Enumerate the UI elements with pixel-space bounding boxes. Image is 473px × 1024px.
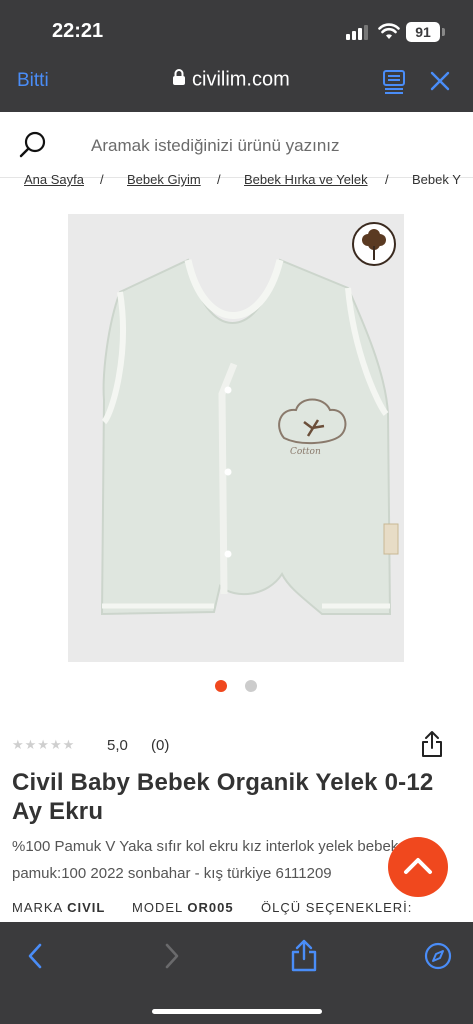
close-icon[interactable]: [430, 71, 450, 96]
compass-icon[interactable]: [424, 942, 452, 975]
lock-icon: [172, 68, 186, 92]
reader-icon[interactable]: [383, 70, 405, 99]
cotton-icon: [352, 222, 396, 266]
breadcrumb-separator: /: [217, 172, 221, 187]
breadcrumb: Ana Sayfa / Bebek Giyim / Bebek Hırka ve…: [0, 170, 473, 190]
brand-value[interactable]: CIVIL: [67, 900, 105, 915]
brand-spec: MARKA CIVIL: [12, 900, 105, 915]
breadcrumb-baby-clothing[interactable]: Bebek Giyim: [127, 172, 201, 187]
forward-icon[interactable]: [163, 942, 181, 975]
search-bar: Aramak istediğinizi ürünü yazınız: [0, 112, 473, 178]
model-label: MODEL: [132, 900, 183, 915]
browser-nav-row: Bitti civilim.com: [0, 62, 473, 102]
vest-illustration: Cotton: [100, 258, 399, 616]
model-value: OR005: [187, 900, 234, 915]
product-image[interactable]: Cotton: [68, 214, 404, 662]
url-bar[interactable]: civilim.com: [172, 68, 290, 92]
review-count[interactable]: (0): [151, 737, 169, 754]
pagination-dot[interactable]: [245, 680, 257, 692]
wifi-icon: [378, 22, 400, 45]
search-icon[interactable]: [18, 130, 48, 165]
product-description: %100 Pamuk V Yaka sıfır kol ekru kız int…: [12, 838, 399, 882]
product-specs: MARKA CIVIL MODEL OR005 ÖLÇÜ SEÇENEKLERİ…: [12, 900, 472, 920]
signal-icon: [346, 24, 370, 45]
image-pagination: [0, 680, 473, 692]
scroll-to-top-button[interactable]: [388, 837, 448, 897]
search-input[interactable]: Aramak istediğinizi ürünü yazınız: [91, 136, 340, 156]
browser-top-bar: 22:21 91 Bitti civilim.com: [0, 0, 473, 112]
breadcrumb-current: Bebek Y: [412, 172, 461, 187]
brand-label: MARKA: [12, 900, 63, 915]
breadcrumb-separator: /: [100, 172, 104, 187]
breadcrumb-cardigan-vest[interactable]: Bebek Hırka ve Yelek: [244, 172, 368, 187]
breadcrumb-separator: /: [385, 172, 389, 187]
status-bar: 22:21 91: [0, 0, 473, 62]
rating-score: 5,0: [107, 737, 128, 754]
home-indicator: [152, 1009, 322, 1014]
product-title: Civil Baby Bebek Organik Yelek 0-12 Ay E…: [12, 769, 434, 825]
size-options-label: ÖLÇÜ SEÇENEKLERİ:: [261, 900, 413, 915]
garment-print-text: Cotton: [290, 447, 321, 457]
rating-stars: ★★★★★: [12, 737, 76, 752]
model-spec: MODEL OR005: [132, 900, 234, 915]
status-time: 22:21: [52, 20, 104, 42]
share-sheet-icon[interactable]: [291, 938, 317, 977]
chevron-up-icon: [404, 858, 432, 874]
url-text: civilim.com: [192, 68, 290, 91]
breadcrumb-home[interactable]: Ana Sayfa: [24, 172, 84, 187]
back-icon[interactable]: [26, 942, 44, 975]
pagination-dot-active[interactable]: [215, 680, 227, 692]
done-button[interactable]: Bitti: [17, 70, 49, 92]
battery-indicator: 91: [406, 22, 445, 42]
share-icon[interactable]: [421, 730, 443, 763]
